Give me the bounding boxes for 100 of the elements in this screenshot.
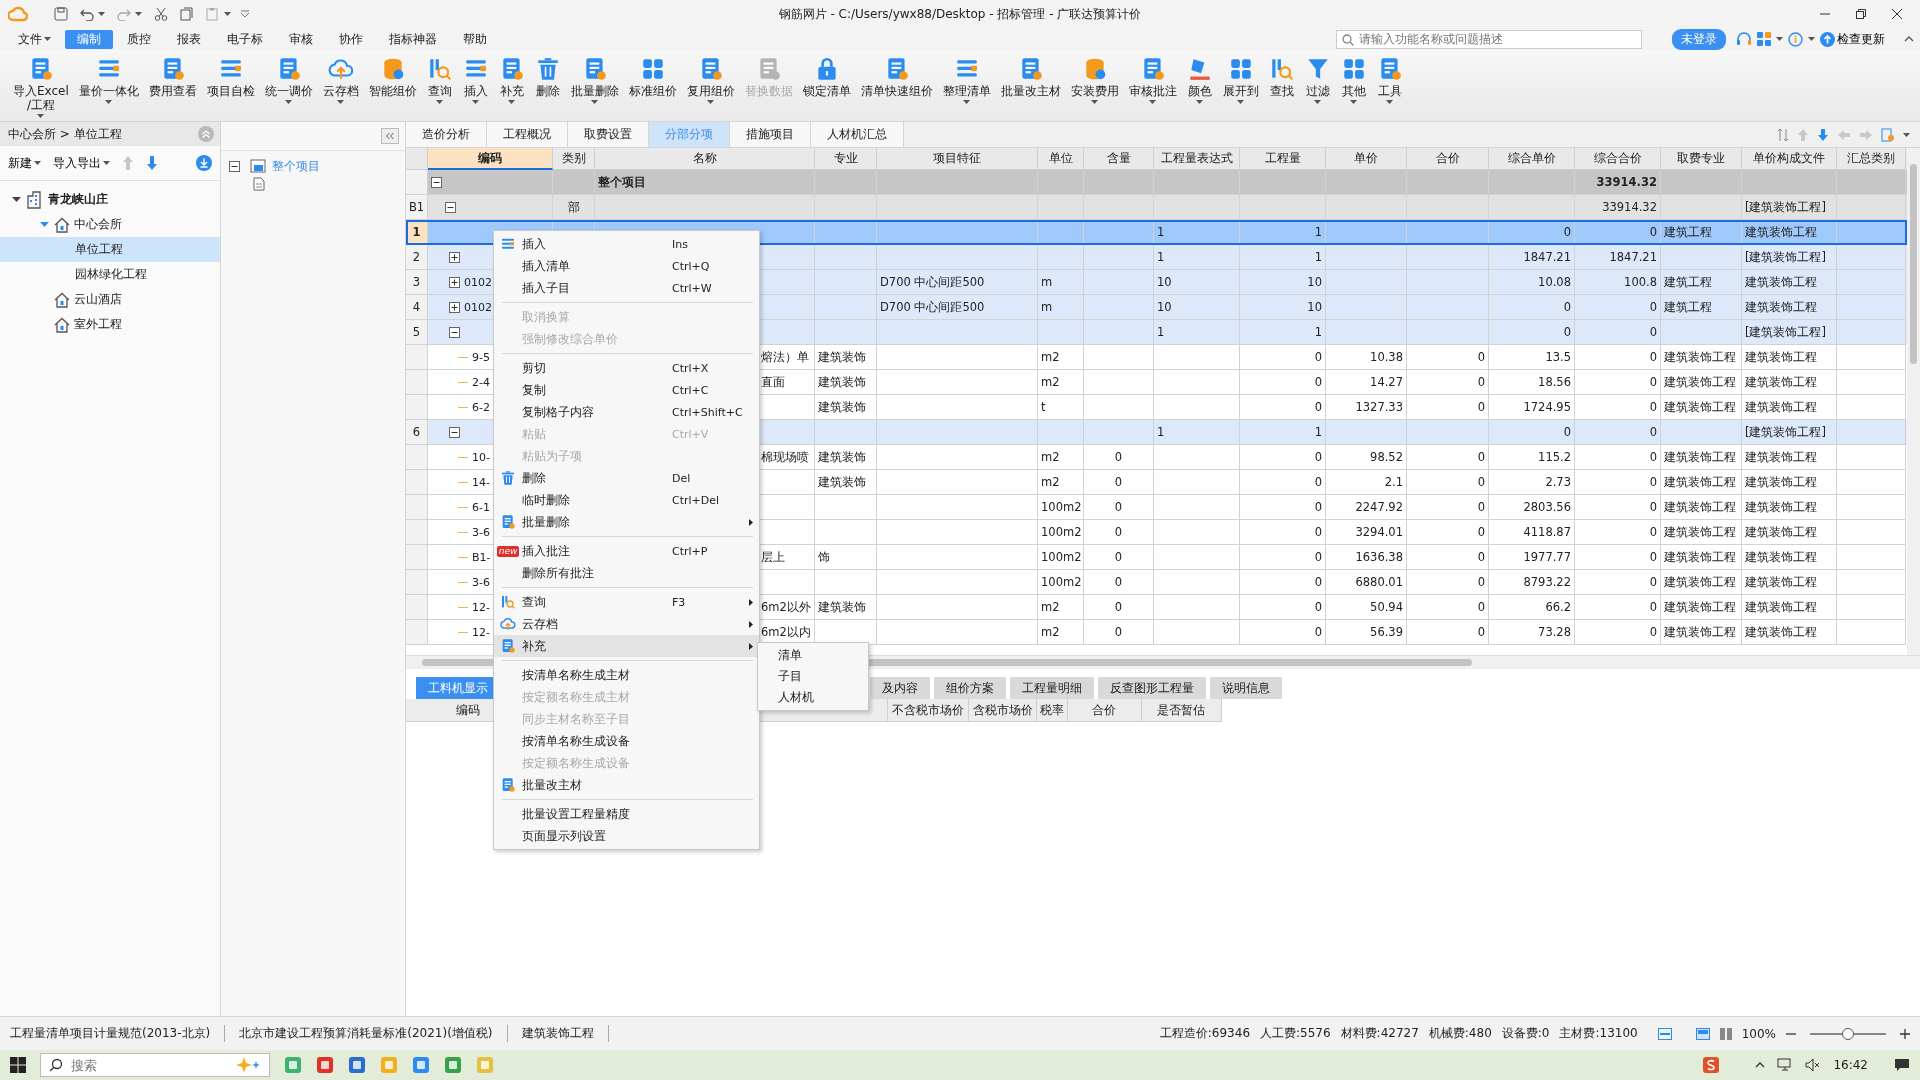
column-header[interactable]: 合价 bbox=[1068, 699, 1142, 721]
plus-box-icon[interactable] bbox=[449, 301, 460, 313]
panel-tab[interactable]: 反查图形工程量 bbox=[1098, 677, 1206, 699]
app-icon[interactable] bbox=[380, 1056, 398, 1074]
tree-item[interactable]: 青龙峡山庄 bbox=[0, 187, 220, 212]
toolbar-button[interactable]: 批量改主材 bbox=[997, 54, 1064, 100]
tree-item[interactable]: 云山酒店 bbox=[0, 287, 220, 312]
toolbar-button[interactable]: 智能组价 bbox=[365, 54, 420, 100]
panel-tab[interactable]: 工程量明细 bbox=[1010, 677, 1094, 699]
toolbar-button[interactable]: 云存档 bbox=[319, 54, 362, 106]
toolbar-button[interactable]: 导入Excel /工程 bbox=[10, 54, 72, 120]
chevron-up-icon[interactable] bbox=[1755, 1062, 1766, 1068]
toolbar-button[interactable]: 量价一体化 bbox=[75, 54, 142, 106]
plus-icon[interactable] bbox=[1900, 1028, 1910, 1039]
view-tab[interactable]: 造价分析 bbox=[406, 122, 487, 147]
save-icon[interactable] bbox=[54, 7, 68, 21]
sort-icon[interactable] bbox=[1777, 127, 1789, 142]
row-header[interactable]: B1 bbox=[406, 195, 428, 220]
panel-tab[interactable]: 及内容 bbox=[870, 677, 930, 699]
copy-icon[interactable] bbox=[180, 7, 194, 21]
column-header[interactable]: 不含税市场价 bbox=[888, 699, 969, 721]
search-field[interactable]: 搜索 bbox=[40, 1053, 270, 1077]
view-tab[interactable]: 措施项目 bbox=[730, 122, 811, 147]
menu-tab[interactable]: 帮助 bbox=[451, 29, 499, 49]
slider-thumb[interactable] bbox=[1842, 1027, 1854, 1040]
menu-item[interactable]: 页面显示列设置 bbox=[494, 825, 759, 847]
minus-box-icon[interactable] bbox=[445, 201, 456, 213]
layout-icon[interactable] bbox=[1695, 1027, 1710, 1040]
tree-item[interactable]: 单位工程 bbox=[0, 237, 220, 262]
row-header[interactable]: 1 bbox=[406, 220, 428, 245]
toolbar-button[interactable]: 项目自检 bbox=[203, 54, 258, 100]
headset-icon[interactable] bbox=[1736, 31, 1752, 47]
toolbar-button[interactable]: 过滤 bbox=[1301, 54, 1334, 106]
column-header[interactable]: 税率 bbox=[1037, 699, 1069, 721]
document-icon[interactable] bbox=[253, 177, 265, 191]
toolbar-button[interactable]: 补充 bbox=[495, 54, 528, 106]
plus-box-icon[interactable] bbox=[449, 276, 460, 288]
windows-icon[interactable] bbox=[10, 1057, 26, 1073]
view-tab[interactable]: 工程概况 bbox=[487, 122, 568, 147]
search-field[interactable]: 请输入功能名称或问题描述 bbox=[1336, 29, 1642, 49]
row-header[interactable]: 4 bbox=[406, 295, 428, 320]
minus-box-icon[interactable] bbox=[449, 326, 460, 338]
plus-box-icon[interactable] bbox=[449, 251, 460, 263]
network-icon[interactable] bbox=[1777, 1058, 1794, 1072]
menu-item[interactable]: 批量改主材 bbox=[494, 774, 759, 796]
app-icon[interactable] bbox=[444, 1056, 462, 1074]
toolbar-button[interactable]: 复用组价 bbox=[683, 54, 738, 106]
minus-box-icon[interactable] bbox=[431, 176, 442, 188]
redo-icon[interactable] bbox=[117, 7, 131, 21]
scrollbar[interactable] bbox=[1907, 148, 1920, 655]
grid-icon[interactable] bbox=[1757, 32, 1771, 46]
toolbar-button[interactable]: 安装费用 bbox=[1067, 54, 1122, 106]
settings-icon[interactable] bbox=[1881, 127, 1895, 142]
arrow-down-icon[interactable] bbox=[146, 155, 158, 171]
caret-icon[interactable] bbox=[11, 195, 21, 204]
toolbar-button[interactable]: 工具 bbox=[1373, 54, 1406, 106]
toolbar-button[interactable]: 查找 bbox=[1265, 54, 1298, 100]
toolbar-button[interactable]: 删除 bbox=[531, 54, 564, 100]
panel-tab[interactable]: 说明信息 bbox=[1210, 677, 1282, 699]
toolbar-button[interactable]: 审核批注 bbox=[1125, 54, 1180, 106]
toolbar-button[interactable]: 插入 bbox=[459, 54, 492, 106]
menu-item[interactable]: 子目 bbox=[758, 666, 868, 687]
app-icon[interactable] bbox=[316, 1056, 334, 1074]
speaker-muted-icon[interactable] bbox=[1805, 1058, 1822, 1072]
minus-box-icon[interactable] bbox=[449, 426, 460, 438]
view-tab[interactable]: 人材机汇总 bbox=[811, 122, 904, 147]
panel-tab[interactable]: 组价方案 bbox=[934, 677, 1006, 699]
menu-item[interactable]: 删除 Del bbox=[494, 467, 759, 489]
update-button[interactable]: 检查更新 bbox=[1820, 30, 1885, 48]
customize-icon[interactable] bbox=[241, 10, 249, 18]
download-icon[interactable] bbox=[196, 155, 212, 171]
tree-item[interactable]: 园林绿化工程 bbox=[0, 262, 220, 287]
column-header[interactable]: 编码 bbox=[428, 148, 553, 170]
collapse-button[interactable] bbox=[381, 128, 399, 144]
row-header[interactable]: 6 bbox=[406, 420, 428, 445]
toolbar-button[interactable]: 标准组价 bbox=[625, 54, 680, 100]
notification-icon[interactable] bbox=[1894, 1058, 1910, 1072]
menu-tab[interactable]: 电子标 bbox=[215, 29, 275, 49]
tree-item[interactable]: 室外工程 bbox=[0, 312, 220, 337]
layout-icon[interactable] bbox=[1657, 1027, 1672, 1040]
toolbar-button[interactable]: 其他 bbox=[1337, 54, 1370, 106]
toolbar-button[interactable]: 整理清单 bbox=[939, 54, 994, 106]
toolbar-button[interactable]: 费用查看 bbox=[145, 54, 200, 100]
toolbar-button[interactable]: 清单快速组价 bbox=[857, 54, 936, 100]
undo-icon[interactable] bbox=[80, 7, 94, 21]
collapse-icon[interactable] bbox=[198, 126, 214, 142]
row-header[interactable]: 3 bbox=[406, 270, 428, 295]
arrow-up-icon[interactable] bbox=[122, 155, 134, 171]
app-icon[interactable] bbox=[284, 1056, 302, 1074]
row-header[interactable]: 2 bbox=[406, 245, 428, 270]
menu-item[interactable]: 清单 bbox=[758, 645, 868, 666]
menu-tab[interactable]: 文件 bbox=[6, 29, 63, 49]
menu-item[interactable]: 批量设置工程量精度 bbox=[494, 803, 759, 825]
toolbar-button[interactable]: 统一调价 bbox=[261, 54, 316, 106]
menu-item[interactable]: 复制格子内容 Ctrl+Shift+C bbox=[494, 401, 759, 423]
table-row[interactable]: B1 部 33914.32 [建筑装饰工程] bbox=[406, 195, 1907, 220]
close-icon[interactable] bbox=[1892, 9, 1902, 19]
menu-item[interactable]: 人材机 bbox=[758, 687, 868, 708]
menu-item[interactable]: 补充 bbox=[494, 635, 759, 657]
row-header[interactable]: 5 bbox=[406, 320, 428, 345]
